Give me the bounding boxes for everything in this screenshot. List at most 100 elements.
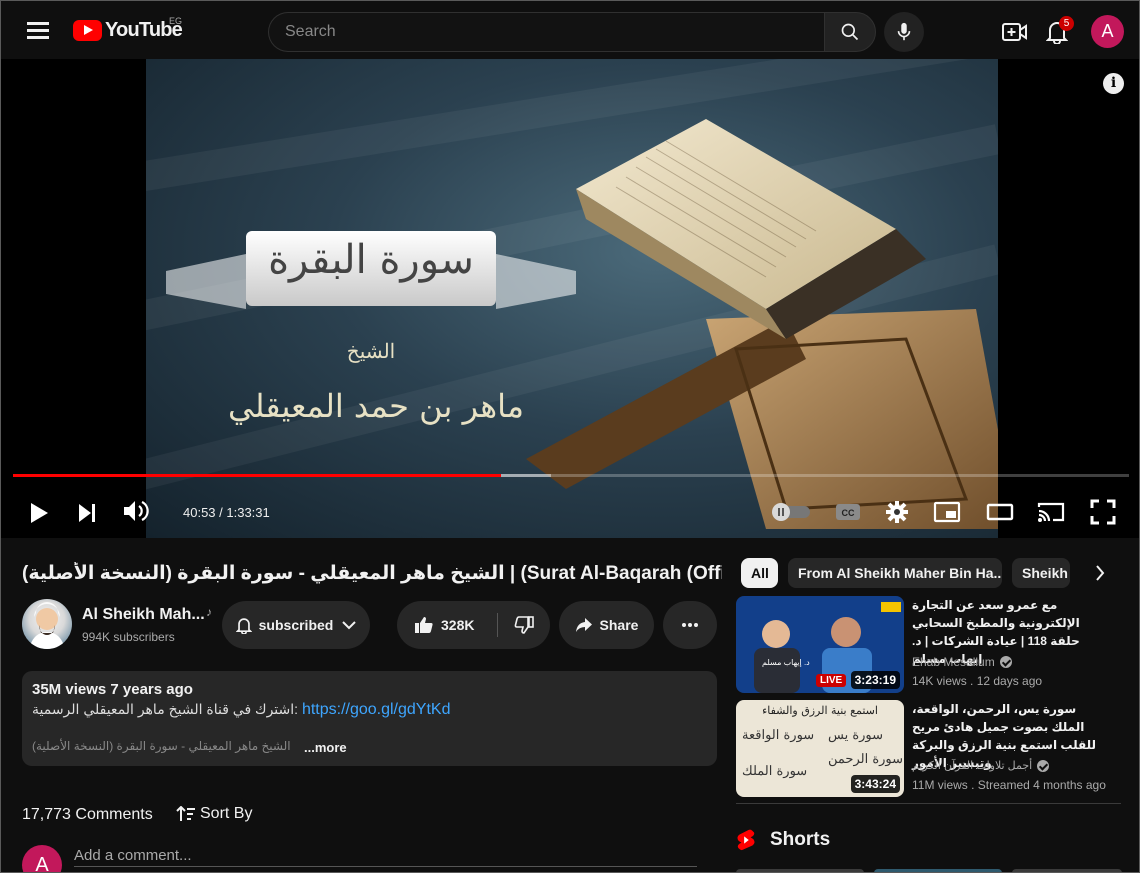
video-artwork	[146, 59, 998, 529]
thumbnail-sura-2: سورة الواقعة	[742, 728, 815, 743]
channel-avatar[interactable]	[22, 599, 72, 649]
youtube-play-icon	[73, 20, 102, 41]
subscribed-label: subscribed	[258, 617, 334, 633]
recommended-video[interactable]: استمع بنية الرزق والشفاء سورة يس سورة ال…	[736, 700, 1121, 797]
channel-name: أجمل تلاوات القرآن الكريم	[912, 760, 1033, 772]
share-label: Share	[599, 617, 639, 633]
video-duration: 3:43:24	[850, 775, 900, 793]
short-thumbnail[interactable]	[736, 869, 864, 872]
thumbnail-sura-4: سورة الملك	[742, 764, 808, 779]
chip-all[interactable]: All	[741, 558, 778, 588]
search-icon	[841, 23, 859, 41]
dislike-button[interactable]	[498, 601, 550, 649]
next-button[interactable]	[71, 497, 103, 529]
played-bar	[13, 474, 501, 477]
menu-icon[interactable]	[27, 22, 49, 40]
settings-button[interactable]	[882, 496, 912, 528]
account-avatar[interactable]: A	[1091, 15, 1124, 48]
sort-by-label: Sort By	[200, 805, 253, 822]
thumbs-down-icon	[514, 616, 534, 634]
play-icon	[31, 503, 48, 523]
share-icon	[575, 618, 592, 632]
thumbnail-sura-3: سورة الرحمن	[828, 752, 904, 767]
play-button[interactable]	[23, 497, 53, 529]
top-bar: YouTube EG 5 A	[1, 1, 1139, 59]
time-display: 40:53 / 1:33:31	[183, 505, 270, 520]
description-box[interactable]: 35M views 7 years ago اشترك في قناة الشي…	[22, 671, 717, 766]
video-thumbnail[interactable]: د. إيهاب مسلم LIVE 3:23:19	[736, 596, 904, 693]
subscribed-button[interactable]: subscribed	[222, 601, 370, 649]
notification-badge: 5	[1059, 16, 1074, 31]
voice-search-button[interactable]	[884, 12, 924, 52]
like-count: 328K	[441, 617, 475, 633]
video-meta: 14K views . 12 days ago	[912, 674, 1043, 688]
video-thumbnail[interactable]: استمع بنية الرزق والشفاء سورة يس سورة ال…	[736, 700, 904, 797]
youtube-logo[interactable]: YouTube EG	[73, 16, 183, 42]
channel-avatar-image	[30, 602, 64, 649]
shorts-header: Shorts	[736, 829, 830, 851]
captions-button[interactable]: CC	[833, 496, 863, 528]
microphone-icon	[897, 22, 911, 41]
thumbnail-sura-1: سورة يس	[828, 728, 884, 743]
search-bar	[268, 12, 876, 52]
thumbnail-caption: د. إيهاب مسلم	[762, 658, 810, 667]
sheikh-label-text: الشيخ	[346, 339, 396, 363]
description-line-2: الشيخ ماهر المعيقلي - سورة البقرة (النسخ…	[32, 739, 291, 753]
video-player[interactable]: سورة البقرة الشيخ ماهر بن حمد المعيقلي i…	[1, 59, 1139, 538]
show-more-button[interactable]: ...more	[304, 740, 347, 755]
description-line-1: اشترك في قناة الشيخ ماهر المعيقلي الرسمي…	[32, 701, 450, 719]
channel-link[interactable]: https://goo.gl/gdYtKd	[302, 701, 451, 718]
recommended-video[interactable]: د. إيهاب مسلم LIVE 3:23:19 مع عمرو سعد ع…	[736, 596, 1121, 693]
video-channel[interactable]: أجمل تلاوات القرآن الكريم	[912, 759, 1050, 772]
chip-from-channel[interactable]: From Al Sheikh Maher Bin Ha...	[788, 558, 1002, 588]
description-preview-text: الشيخ ماهر المعيقلي - سورة البقرة (النسخ…	[32, 739, 291, 753]
svg-text:CC: CC	[842, 508, 855, 518]
cast-icon	[1037, 502, 1065, 522]
more-actions-button[interactable]	[663, 601, 717, 649]
short-thumbnail[interactable]	[874, 869, 1002, 872]
bell-icon	[235, 617, 252, 634]
fullscreen-button[interactable]	[1087, 496, 1119, 528]
video-channel[interactable]: Ehab Mesallum	[912, 655, 1012, 669]
add-comment-input[interactable]	[74, 845, 697, 867]
verified-icon	[1037, 759, 1050, 772]
more-horizontal-icon	[682, 623, 698, 627]
chips-next-button[interactable]	[1086, 561, 1114, 585]
youtube-watch-page: YouTube EG 5 A	[0, 0, 1140, 873]
theater-mode-button[interactable]	[984, 496, 1016, 528]
search-button[interactable]	[824, 12, 876, 52]
section-divider	[736, 803, 1121, 804]
short-thumbnail[interactable]	[1012, 869, 1122, 872]
shorts-label: Shorts	[770, 829, 831, 850]
autoplay-icon	[772, 503, 810, 521]
video-duration: 3:23:19	[850, 671, 900, 689]
thumbnail-caption: استمع بنية الرزق والشفاء	[762, 704, 878, 717]
closed-captions-icon: CC	[836, 504, 860, 520]
views-and-date: 35M views 7 years ago	[32, 681, 193, 698]
progress-bar[interactable]	[13, 474, 1129, 477]
country-code: EG	[169, 16, 183, 26]
create-button[interactable]	[1000, 18, 1030, 46]
volume-icon	[124, 501, 149, 521]
like-dislike-group: 328K	[397, 601, 550, 649]
info-icon[interactable]: i	[1103, 73, 1124, 94]
chip-sheikh[interactable]: Sheikh	[1012, 558, 1070, 588]
miniplayer-button[interactable]	[931, 496, 963, 528]
shorts-icon	[737, 829, 755, 851]
commenter-avatar: A	[22, 845, 62, 872]
skip-next-icon	[79, 504, 95, 522]
sheikh-name-text: ماهر بن حمد المعيقلي	[228, 387, 524, 425]
video-frame: سورة البقرة الشيخ ماهر بن حمد المعيقلي	[146, 59, 998, 538]
volume-button[interactable]	[119, 495, 151, 527]
cast-button[interactable]	[1035, 496, 1067, 528]
autoplay-toggle[interactable]	[769, 496, 813, 528]
video-plus-icon	[1002, 23, 1027, 41]
chevron-down-icon	[342, 621, 357, 630]
search-input[interactable]	[268, 12, 824, 52]
comments-count: 17,773 Comments	[22, 806, 153, 823]
share-button[interactable]: Share	[559, 601, 654, 649]
channel-name[interactable]: Al Sheikh Mah...	[82, 606, 205, 624]
sort-by-button[interactable]: Sort By	[176, 805, 252, 823]
verified-icon	[999, 656, 1012, 668]
like-button[interactable]: 328K	[397, 601, 497, 649]
